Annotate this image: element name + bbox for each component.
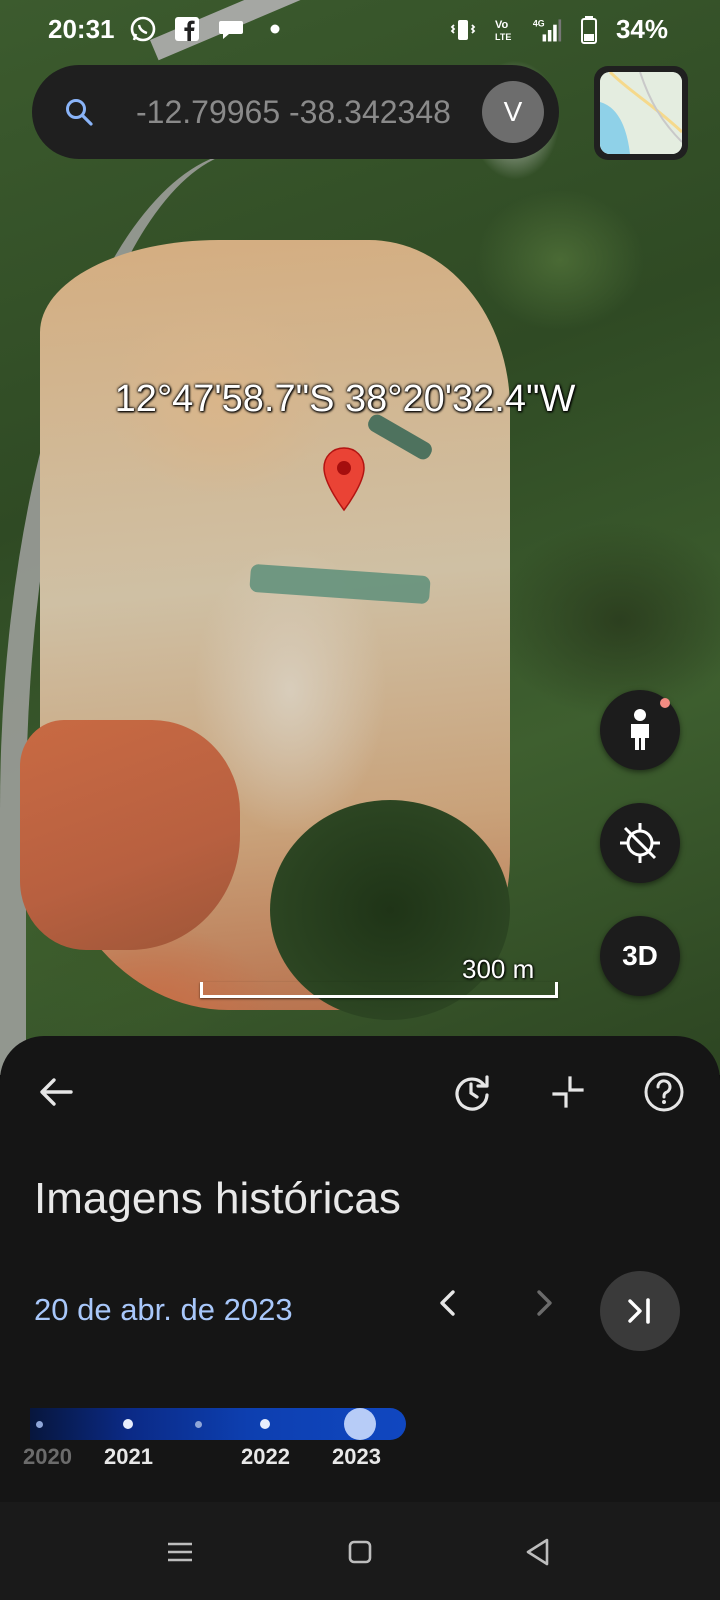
back-arrow-icon (40, 1078, 73, 1106)
timeline-marker (195, 1421, 202, 1428)
collapse-button[interactable] (540, 1064, 596, 1120)
timeline-thumb[interactable] (344, 1408, 376, 1440)
skip-to-latest-button[interactable] (600, 1271, 680, 1351)
dot-icon (260, 14, 290, 44)
my-location-button[interactable] (600, 803, 680, 883)
avatar[interactable]: V (482, 81, 544, 143)
previous-icon (440, 1290, 455, 1316)
3d-button[interactable]: 3D (600, 916, 680, 996)
pegman-icon (631, 709, 649, 750)
menu-icon (168, 1542, 192, 1562)
satellite-map[interactable]: 12°47'58.7"S 38°20'32.4"W 300 m (0, 0, 720, 1075)
back-button[interactable] (516, 1530, 560, 1574)
skip-to-latest-icon (628, 1298, 650, 1324)
system-icons: Vo LTE 4G 34% (448, 14, 668, 45)
chat-icon (216, 14, 246, 44)
coordinates-label: 12°47'58.7"S 38°20'32.4"W (114, 378, 576, 420)
search-icon[interactable] (64, 97, 94, 127)
location-pin-icon[interactable] (322, 446, 366, 512)
whatsapp-icon (128, 14, 158, 44)
status-bar: 20:31 Vo LTE 4G 34% (0, 0, 720, 62)
timeline-label-2020: 2020 (23, 1444, 72, 1469)
previous-button[interactable] (428, 1283, 468, 1323)
help-button[interactable] (636, 1064, 692, 1120)
signal-icon: 4G (532, 15, 562, 45)
battery-icon (574, 15, 604, 45)
home-button[interactable] (338, 1530, 382, 1574)
search-input[interactable] (136, 87, 486, 137)
timeline-label-2021: 2021 (104, 1444, 153, 1469)
status-time: 20:31 (48, 14, 115, 44)
system-navigation-bar (0, 1502, 720, 1600)
layers-icon (600, 72, 682, 154)
timeline-slider[interactable] (30, 1408, 406, 1440)
timeline-label-2022: 2022 (241, 1444, 290, 1469)
back-icon (526, 1538, 549, 1566)
quarry-lower-area (20, 720, 240, 950)
next-icon (537, 1290, 552, 1316)
collapse-icon (552, 1076, 584, 1108)
vibrate-icon (448, 15, 478, 45)
timeline-marker (123, 1419, 133, 1429)
svg-text:Vo: Vo (495, 19, 509, 31)
notification-icons (128, 14, 290, 44)
timeline-marker (36, 1421, 43, 1428)
network-type-label: 4G (533, 18, 545, 28)
notification-dot (660, 698, 670, 708)
history-button[interactable] (444, 1064, 500, 1120)
selected-date: 20 de abr. de 2023 (34, 1292, 293, 1327)
scale-bar (200, 982, 558, 998)
volte-icon: Vo LTE (490, 15, 520, 45)
help-icon (644, 1072, 684, 1112)
next-button[interactable] (524, 1283, 564, 1323)
search-bar[interactable]: V (32, 65, 559, 159)
timeline-label-2023: 2023 (332, 1444, 381, 1469)
scale-label: 300 m (462, 954, 535, 984)
street-view-button[interactable] (600, 690, 680, 770)
svg-text:LTE: LTE (495, 32, 511, 42)
back-arrow-button[interactable] (28, 1064, 84, 1120)
facebook-icon (172, 14, 202, 44)
history-icon (455, 1075, 489, 1111)
timeline-marker (260, 1419, 270, 1429)
home-icon (348, 1540, 372, 1564)
sheet-title: Imagens históricas (34, 1174, 401, 1223)
location-off-icon (620, 823, 660, 863)
menu-button[interactable] (158, 1530, 202, 1574)
battery-percentage: 34% (615, 14, 668, 44)
layers-button[interactable] (594, 66, 688, 160)
